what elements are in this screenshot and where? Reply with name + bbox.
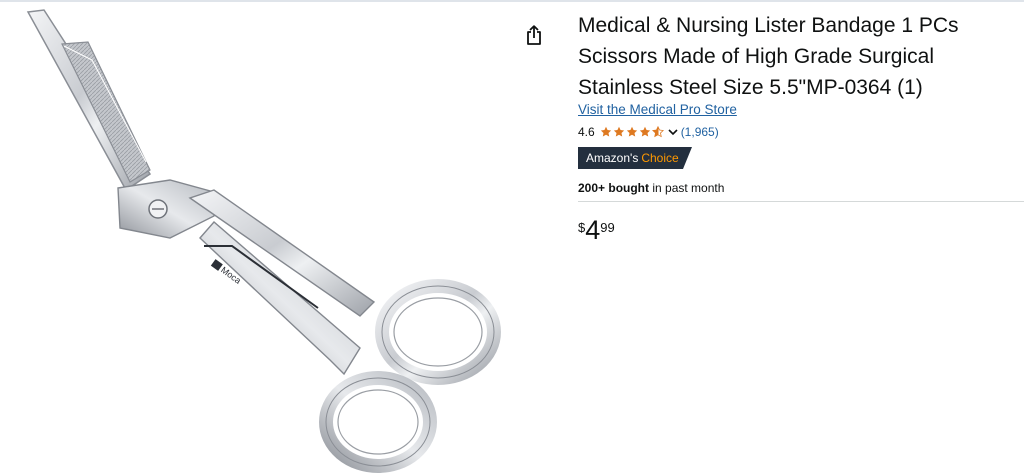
price-fraction: 99 (600, 220, 615, 235)
badge-text-choice: Choice (641, 151, 679, 165)
star-icon (626, 126, 637, 137)
scissors-image: Moca (26, 9, 501, 473)
bought-in-past-month: 200+ bought in past month (578, 181, 724, 195)
rating-count-link[interactable]: (1,965) (681, 125, 719, 139)
amazons-choice-badge[interactable]: Amazon's Choice (578, 147, 692, 169)
star-rating[interactable] (600, 126, 665, 138)
bought-count: 200+ bought (578, 181, 650, 195)
badge-text-amazons: Amazon's (586, 151, 639, 165)
product-image[interactable]: Moca (0, 2, 510, 476)
section-divider (578, 201, 1024, 202)
badge-tail (682, 147, 692, 169)
rating-dropdown[interactable] (668, 128, 678, 136)
price-whole: 4 (585, 215, 601, 245)
share-button[interactable] (522, 22, 546, 48)
chevron-down-icon (668, 129, 678, 136)
half-star-icon (651, 126, 664, 138)
price: $ 4 99 (578, 216, 615, 244)
price-symbol: $ (578, 220, 586, 235)
bought-period: in past month (652, 181, 725, 195)
rating-row: 4.6 (1,965) (578, 124, 719, 140)
star-icon (639, 126, 650, 137)
store-link[interactable]: Visit the Medical Pro Store (578, 102, 737, 117)
star-icon (600, 126, 611, 137)
rating-value: 4.6 (578, 125, 595, 139)
star-icon (613, 126, 624, 137)
share-icon (527, 25, 541, 45)
product-title: Medical & Nursing Lister Bandage 1 PCs S… (578, 14, 959, 99)
